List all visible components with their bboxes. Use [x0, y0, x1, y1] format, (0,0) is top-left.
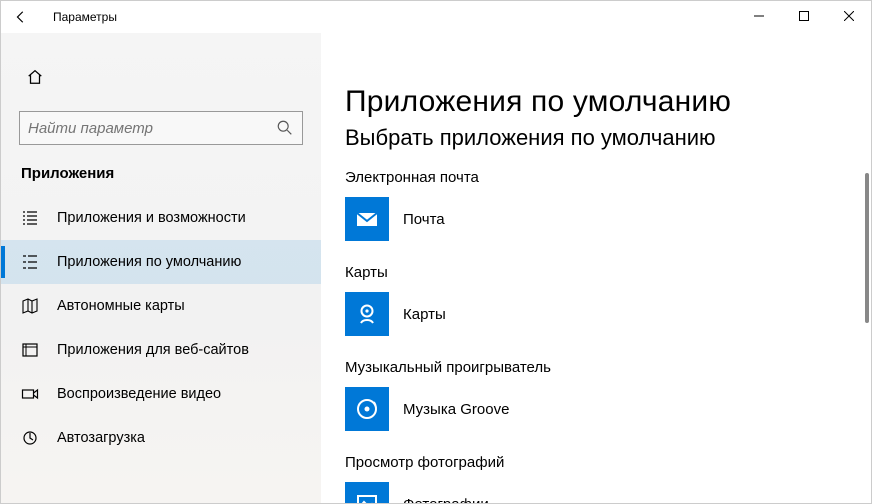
photos-icon	[345, 482, 389, 503]
default-group-maps: Карты Карты	[345, 264, 871, 337]
default-group-music: Музыкальный проигрыватель Музыка Groove	[345, 359, 871, 432]
sidebar-item-offline-maps[interactable]: Автономные карты	[1, 284, 321, 328]
sidebar-item-label: Воспроизведение видео	[57, 386, 221, 402]
groove-icon	[345, 387, 389, 431]
search-icon	[276, 119, 294, 137]
page-title: Приложения по умолчанию	[345, 85, 871, 119]
default-app-photos[interactable]: Фотографии	[345, 481, 645, 503]
app-label: Фотографии	[403, 496, 489, 504]
default-app-music[interactable]: Музыка Groove	[345, 386, 645, 432]
map-icon	[21, 297, 39, 315]
sidebar-item-startup[interactable]: Автозагрузка	[1, 416, 321, 460]
category-label: Электронная почта	[345, 169, 871, 186]
video-icon	[21, 385, 39, 403]
app-label: Карты	[403, 306, 446, 323]
sidebar-item-video-playback[interactable]: Воспроизведение видео	[1, 372, 321, 416]
startup-icon	[21, 429, 39, 447]
home-button[interactable]	[15, 57, 55, 97]
sidebar-item-label: Приложения для веб-сайтов	[57, 342, 249, 358]
sidebar-item-label: Приложения по умолчанию	[57, 254, 241, 270]
sidebar-item-label: Автономные карты	[57, 298, 185, 314]
mail-icon	[345, 197, 389, 241]
default-app-email[interactable]: Почта	[345, 196, 645, 242]
maximize-button[interactable]	[781, 1, 826, 31]
minimize-button[interactable]	[736, 1, 781, 31]
default-app-maps[interactable]: Карты	[345, 291, 645, 337]
defaults-icon	[21, 253, 39, 271]
back-button[interactable]	[9, 5, 33, 29]
default-group-email: Электронная почта Почта	[345, 169, 871, 242]
close-button[interactable]	[826, 1, 871, 31]
websites-icon	[21, 341, 39, 359]
scrollbar-thumb[interactable]	[865, 173, 869, 323]
list-icon	[21, 209, 39, 227]
sidebar-section-title: Приложения	[21, 165, 321, 182]
sidebar-item-apps-for-websites[interactable]: Приложения для веб-сайтов	[1, 328, 321, 372]
category-label: Карты	[345, 264, 871, 281]
titlebar: Параметры	[1, 1, 871, 33]
maps-icon	[345, 292, 389, 336]
search-input[interactable]	[28, 120, 276, 137]
main-content: Приложения по умолчанию Выбрать приложен…	[321, 33, 871, 503]
category-label: Музыкальный проигрыватель	[345, 359, 871, 376]
category-label: Просмотр фотографий	[345, 454, 871, 471]
app-label: Музыка Groove	[403, 401, 509, 418]
page-subtitle: Выбрать приложения по умолчанию	[345, 125, 871, 151]
window-controls	[736, 1, 871, 31]
default-group-photos: Просмотр фотографий Фотографии	[345, 454, 871, 503]
sidebar-item-apps-features[interactable]: Приложения и возможности	[1, 196, 321, 240]
sidebar-item-label: Автозагрузка	[57, 430, 145, 446]
sidebar-item-default-apps[interactable]: Приложения по умолчанию	[1, 240, 321, 284]
search-box[interactable]	[19, 111, 303, 145]
window-title: Параметры	[53, 10, 117, 24]
sidebar: Приложения Приложения и возможности Прил…	[1, 33, 321, 503]
sidebar-item-label: Приложения и возможности	[57, 210, 246, 226]
app-label: Почта	[403, 211, 445, 228]
